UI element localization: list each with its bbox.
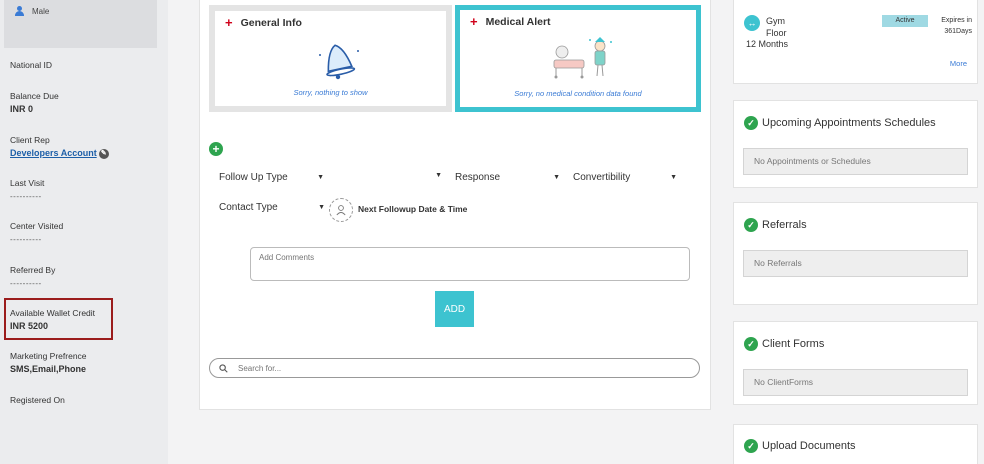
search-bar[interactable]: [209, 358, 700, 378]
membership-card: ↔ Gym Floor 12 Months Active Expires in …: [733, 0, 978, 84]
client-rep-label: Client Rep: [10, 135, 50, 145]
last-visit-field: Last Visit ----------: [10, 178, 44, 201]
client-forms-empty: No ClientForms: [743, 369, 968, 396]
appointments-card: ✓ Upcoming Appointments Schedules No App…: [733, 100, 978, 188]
client-forms-card: ✓ Client Forms No ClientForms: [733, 321, 978, 405]
balance-due-value: INR 0: [10, 104, 34, 114]
referrals-title: Referrals: [762, 219, 807, 231]
client-sidebar: Male National ID Balance Due INR 0 Clien…: [0, 0, 168, 464]
membership-expiry: Expires in 361Days: [932, 15, 972, 37]
marketing-preference-label: Marketing Prefrence: [10, 351, 87, 361]
upload-documents-card: ✓ Upload Documents: [733, 424, 978, 464]
profile-card: Male: [4, 0, 157, 48]
check-circle-icon: ✓: [744, 439, 758, 453]
referrals-empty: No Referrals: [743, 250, 968, 277]
center-visited-value: ----------: [10, 235, 42, 244]
balance-due-label: Balance Due: [10, 91, 59, 101]
caret-down-icon: ▼: [670, 174, 677, 181]
contact-type-label: Contact Type: [219, 202, 278, 213]
contact-type-select[interactable]: Contact Type ▼: [219, 202, 325, 213]
upload-documents-title: Upload Documents: [762, 440, 856, 452]
next-followup-label: Next Followup Date & Time: [358, 204, 468, 214]
membership-arrows-icon: ↔: [744, 15, 760, 31]
bell-icon: [319, 44, 359, 80]
add-followup-icon[interactable]: +: [209, 142, 223, 156]
referred-by-value: ----------: [10, 279, 42, 288]
caret-down-icon: ▼: [435, 172, 442, 179]
national-id-field: National ID: [10, 60, 52, 70]
followup-datetime-picker[interactable]: [329, 198, 353, 222]
caret-down-icon: ▼: [317, 174, 324, 181]
appointments-header: ✓ Upcoming Appointments Schedules: [744, 116, 936, 130]
comments-input[interactable]: [250, 247, 690, 281]
check-circle-icon: ✓: [744, 116, 758, 130]
marketing-preference-field: Marketing Prefrence SMS,Email,Phone: [10, 351, 87, 374]
check-circle-icon: ✓: [744, 337, 758, 351]
medical-alert-label: Medical Alert: [485, 16, 551, 28]
gender-value: Male: [32, 6, 50, 16]
balance-due-field: Balance Due INR 0: [10, 91, 59, 114]
person-icon: [14, 6, 24, 16]
last-visit-value: ----------: [10, 192, 42, 201]
gender-row: Male: [14, 6, 49, 16]
medical-alert-card[interactable]: + Medical Alert Sorry, no medical condit…: [455, 5, 701, 112]
general-info-title: + General Info: [225, 15, 302, 30]
response-label: Response: [455, 172, 501, 183]
client-forms-title: Client Forms: [762, 338, 825, 350]
membership-name-line1: Gym: [766, 16, 785, 26]
appointments-title: Upcoming Appointments Schedules: [762, 117, 936, 129]
referred-by-label: Referred By: [10, 265, 56, 275]
client-rep-field: Client Rep Developers Account ✎: [10, 135, 109, 159]
more-link[interactable]: More: [950, 59, 967, 68]
referred-by-field: Referred By ----------: [10, 265, 55, 288]
national-id-label: National ID: [10, 60, 53, 70]
patient-bed-illustration: [553, 37, 612, 79]
followup-subtype-select[interactable]: ▼: [332, 172, 442, 179]
general-info-card[interactable]: + General Info Sorry, nothing to show: [209, 5, 452, 112]
followup-type-label: Follow Up Type: [219, 172, 288, 183]
membership-name: Gym Floor: [766, 15, 787, 39]
response-select[interactable]: Response ▼: [455, 172, 560, 183]
medical-alert-title: + Medical Alert: [470, 14, 551, 29]
medical-alert-empty-message: Sorry, no medical condition data found: [514, 89, 642, 98]
upload-documents-header: ✓ Upload Documents: [744, 439, 856, 453]
client-rep-link[interactable]: Developers Account: [10, 148, 97, 158]
caret-down-icon: ▼: [318, 204, 325, 211]
convertibility-label: Convertibility: [573, 172, 631, 183]
referrals-header: ✓ Referrals: [744, 218, 807, 232]
convertibility-select[interactable]: Convertibility ▼: [573, 172, 677, 183]
caret-down-icon: ▼: [553, 174, 560, 181]
appointments-empty: No Appointments or Schedules: [743, 148, 968, 175]
general-info-empty-message: Sorry, nothing to show: [293, 88, 368, 97]
search-input[interactable]: [238, 363, 638, 373]
center-visited-label: Center Visited: [10, 221, 64, 231]
expiry-label: Expires in: [941, 17, 972, 24]
last-visit-label: Last Visit: [10, 178, 45, 188]
membership-duration: 12 Months: [746, 39, 789, 49]
expiry-days: 361Days: [944, 28, 972, 35]
plus-icon: +: [470, 14, 478, 29]
search-icon: [219, 363, 228, 373]
user-outline-icon: [336, 205, 346, 216]
referrals-card: ✓ Referrals No Referrals: [733, 202, 978, 305]
marketing-preference-value: SMS,Email,Phone: [10, 364, 87, 374]
followup-type-select[interactable]: Follow Up Type ▼: [219, 172, 324, 183]
check-circle-icon: ✓: [744, 218, 758, 232]
status-badge: Active: [882, 15, 928, 27]
plus-icon: +: [225, 15, 233, 30]
pencil-icon[interactable]: ✎: [98, 148, 109, 159]
registered-on-field: Registered On: [10, 395, 65, 405]
general-info-label: General Info: [240, 17, 302, 29]
wallet-highlight-box: [4, 298, 113, 340]
center-visited-field: Center Visited ----------: [10, 221, 63, 244]
client-forms-header: ✓ Client Forms: [744, 337, 824, 351]
membership-name-line2: Floor: [766, 28, 787, 38]
add-button[interactable]: ADD: [435, 291, 474, 327]
registered-on-label: Registered On: [10, 395, 65, 405]
